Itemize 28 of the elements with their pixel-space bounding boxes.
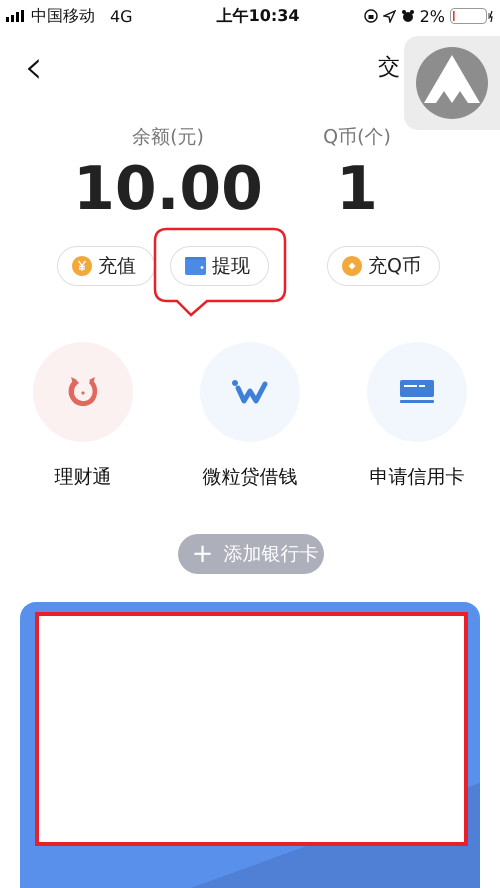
service-label: 微粒贷借钱: [202, 465, 298, 490]
battery-icon: [450, 8, 494, 24]
action-button[interactable]: 提现: [170, 246, 269, 286]
action-button[interactable]: 充Q币: [327, 246, 440, 286]
card-icon: [400, 380, 434, 404]
transactions-link[interactable]: 交: [378, 52, 400, 82]
coin-icon: [342, 256, 362, 276]
balance-label: Q币(个): [323, 125, 391, 150]
w-logo-icon: [232, 380, 268, 404]
floating-logo-button[interactable]: [404, 36, 500, 130]
balance-amount: 10.00: [73, 154, 263, 224]
clock: 上午10:34: [216, 6, 300, 26]
balance-label: 余额(元): [132, 125, 204, 150]
network-type: 4G: [110, 6, 133, 26]
mountain-icon: [416, 47, 488, 119]
wallet-icon: [185, 257, 206, 275]
signal-icon: [6, 10, 26, 22]
bank-card[interactable]: [20, 602, 480, 888]
carrier: 中国移动: [31, 6, 95, 26]
back-button[interactable]: ‹: [14, 43, 54, 91]
action-button[interactable]: 充值: [57, 246, 155, 286]
yuan-coin-icon: [72, 256, 92, 276]
battery-percent: 2%: [420, 6, 445, 26]
balance-amount: 1: [336, 154, 378, 224]
location-icon: [382, 10, 396, 22]
rotation-lock-icon: [364, 9, 378, 23]
service-label: 申请信用卡: [370, 465, 464, 490]
service-label: 理财通: [54, 465, 112, 490]
